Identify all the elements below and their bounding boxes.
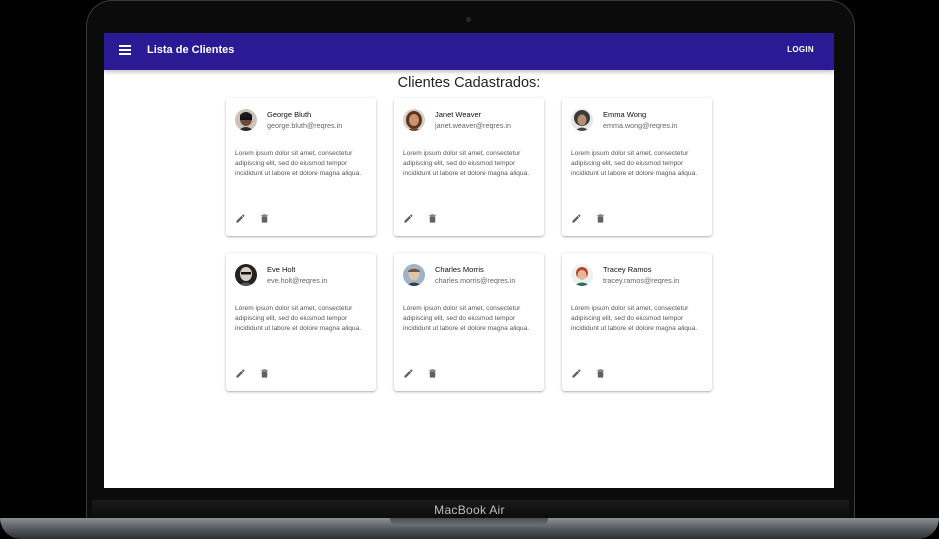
pencil-icon[interactable] bbox=[571, 213, 582, 224]
camera bbox=[466, 17, 471, 22]
client-card: Emma Wong emma.wong@reqres.in Lorem ipsu… bbox=[562, 98, 712, 236]
client-card: Eve Holt eve.holt@reqres.in Lorem ipsum … bbox=[226, 253, 376, 391]
client-card: Janet Weaver janet.weaver@reqres.in Lore… bbox=[394, 98, 544, 236]
pencil-icon[interactable] bbox=[403, 368, 414, 379]
client-description: Lorem ipsum dolor sit amet, consectetur … bbox=[571, 305, 698, 332]
trash-icon[interactable] bbox=[259, 368, 270, 379]
client-name: Emma Wong bbox=[603, 110, 647, 119]
client-email: janet.weaver@reqres.in bbox=[435, 121, 512, 130]
pencil-icon[interactable] bbox=[571, 368, 582, 379]
client-description: Lorem ipsum dolor sit amet, consectetur … bbox=[403, 305, 530, 332]
pencil-icon[interactable] bbox=[403, 213, 414, 224]
trash-icon[interactable] bbox=[427, 368, 438, 379]
trash-icon[interactable] bbox=[259, 213, 270, 224]
login-button[interactable]: LOGIN bbox=[787, 45, 814, 54]
menu-icon[interactable] bbox=[119, 45, 131, 55]
client-card: Tracey Ramos tracey.ramos@reqres.in Lore… bbox=[562, 253, 712, 391]
client-email: charles.morris@reqres.in bbox=[435, 276, 516, 285]
trash-icon[interactable] bbox=[427, 213, 438, 224]
client-card: Charles Morris charles.morris@reqres.in … bbox=[394, 253, 544, 391]
avatar bbox=[403, 109, 425, 131]
client-name: George Bluth bbox=[267, 110, 312, 119]
trash-icon[interactable] bbox=[595, 213, 606, 224]
app-title: Lista de Clientes bbox=[147, 44, 235, 56]
client-description: Lorem ipsum dolor sit amet, consectetur … bbox=[235, 305, 362, 332]
client-description: Lorem ipsum dolor sit amet, consectetur … bbox=[403, 150, 530, 177]
app-screen: Lista de Clientes LOGIN Clientes Cadastr… bbox=[104, 33, 834, 488]
page-title: Clientes Cadastrados: bbox=[397, 75, 541, 91]
client-email: george.bluth@reqres.in bbox=[267, 121, 343, 130]
client-name: Tracey Ramos bbox=[603, 265, 652, 274]
device-label: MacBook Air bbox=[434, 503, 505, 517]
pencil-icon[interactable] bbox=[235, 368, 246, 379]
trash-icon[interactable] bbox=[595, 368, 606, 379]
client-name: Janet Weaver bbox=[435, 110, 482, 119]
avatar bbox=[235, 264, 257, 286]
avatar bbox=[571, 109, 593, 131]
client-email: eve.holt@reqres.in bbox=[267, 276, 328, 285]
laptop-notch bbox=[390, 518, 548, 526]
avatar bbox=[571, 264, 593, 286]
avatar bbox=[403, 264, 425, 286]
client-name: Charles Morris bbox=[435, 265, 484, 274]
client-description: Lorem ipsum dolor sit amet, consectetur … bbox=[571, 150, 698, 177]
client-email: emma.wong@reqres.in bbox=[603, 121, 678, 130]
client-card: George Bluth george.bluth@reqres.in Lore… bbox=[226, 98, 376, 236]
client-name: Eve Holt bbox=[267, 265, 296, 274]
client-description: Lorem ipsum dolor sit amet, consectetur … bbox=[235, 150, 362, 177]
pencil-icon[interactable] bbox=[235, 213, 246, 224]
client-email: tracey.ramos@reqres.in bbox=[603, 276, 680, 285]
avatar bbox=[235, 109, 257, 131]
app-bar: Lista de Clientes LOGIN bbox=[104, 33, 834, 70]
